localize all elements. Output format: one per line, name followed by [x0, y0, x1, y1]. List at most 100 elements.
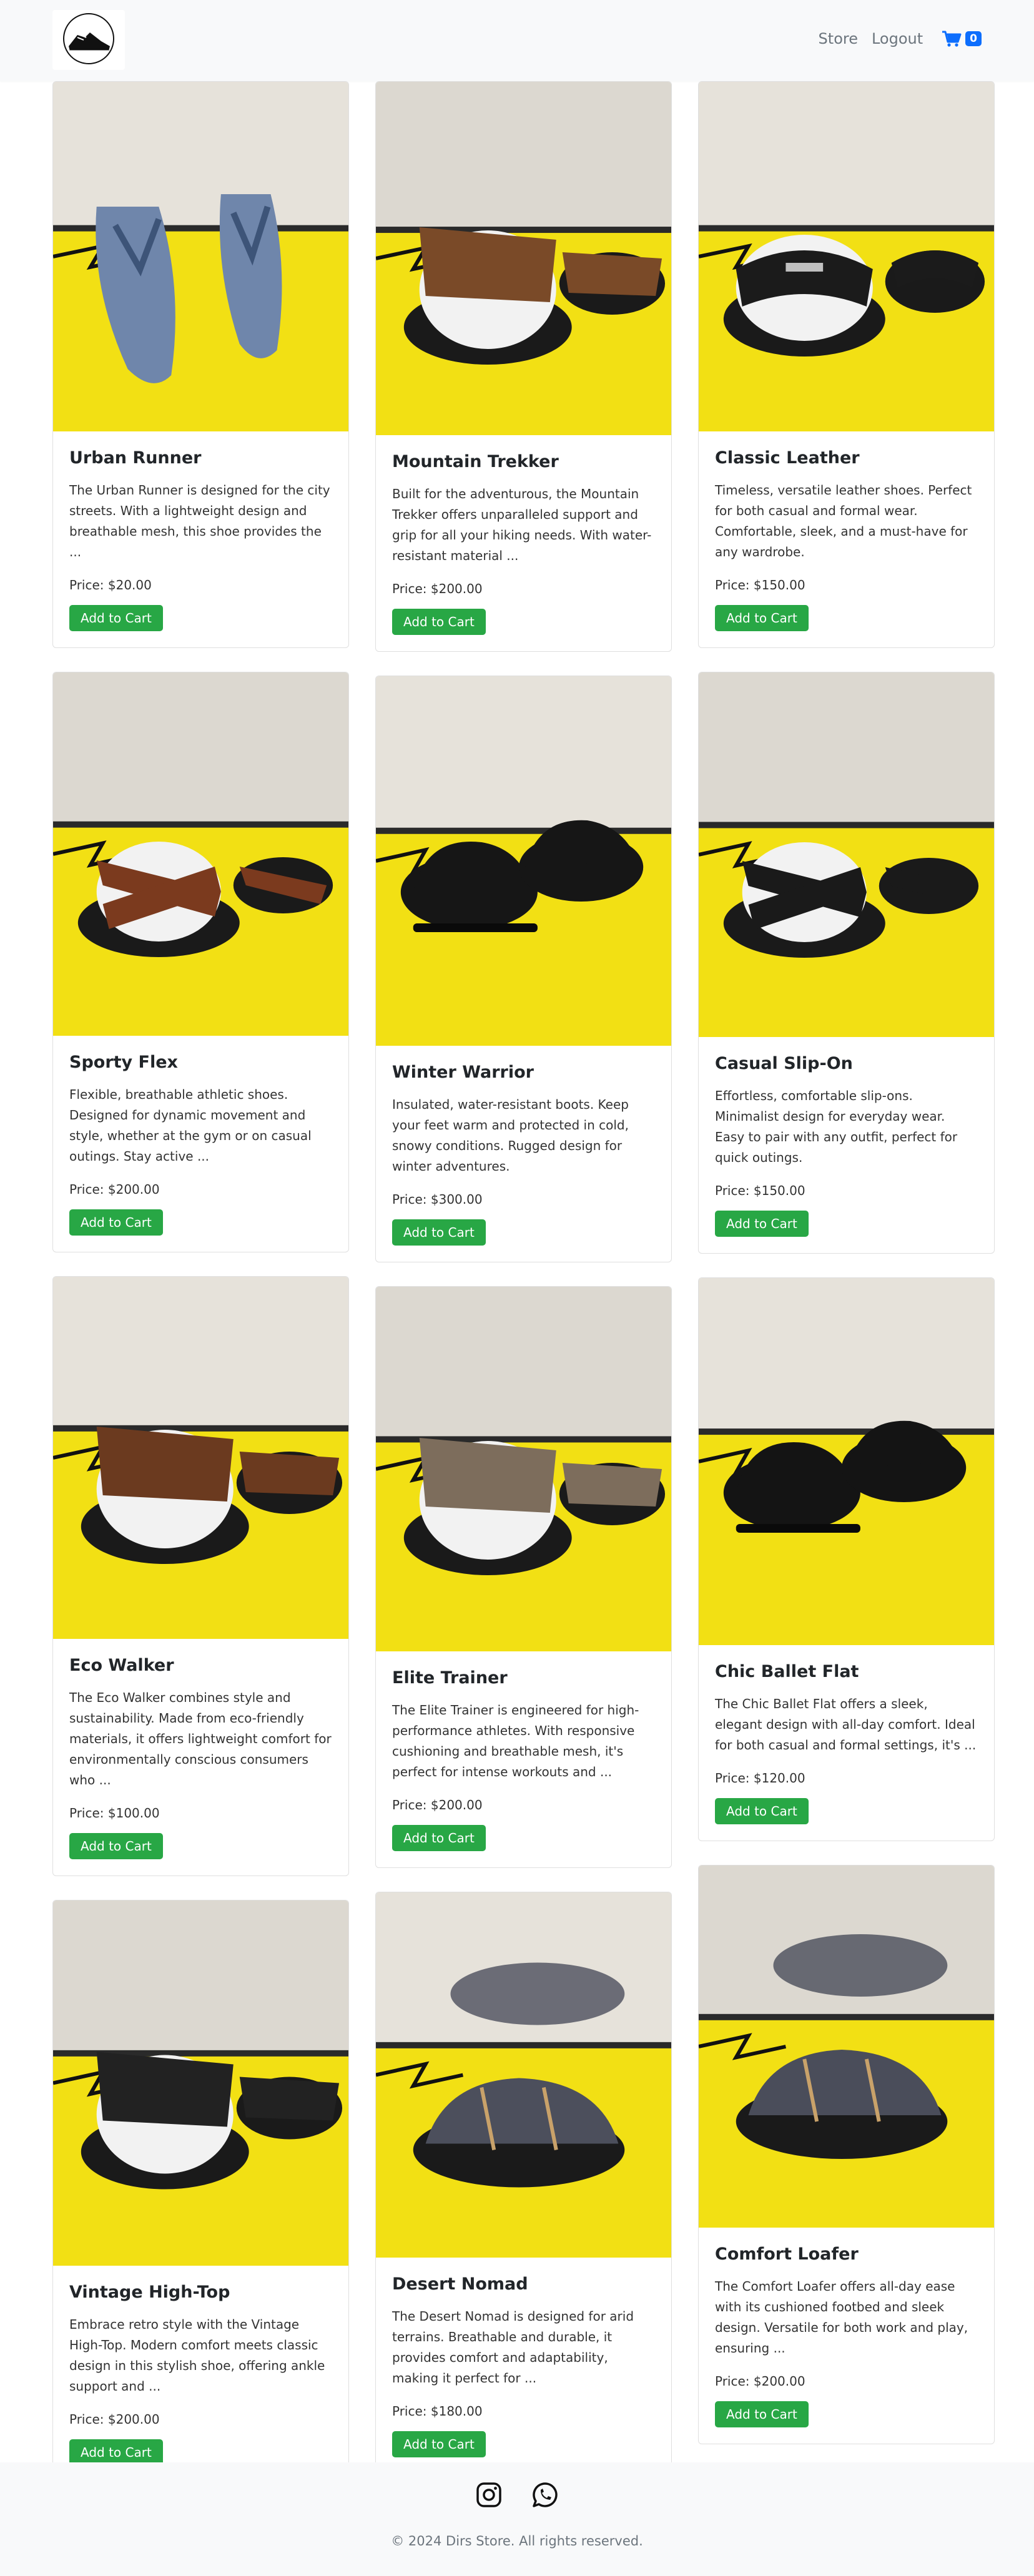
shoe-photo-icon — [53, 672, 348, 1036]
product-description: The Urban Runner is designed for the cit… — [69, 483, 330, 559]
add-to-cart-button[interactable]: Add to Cart — [392, 2431, 486, 2457]
product-description: The Eco Walker combines style and sustai… — [69, 1690, 332, 1787]
product-name: Sporty Flex — [69, 1053, 178, 1072]
card-body: Mountain Trekker Built for the adventurou… — [376, 435, 671, 651]
product-description: Effortless, comfortable slip-ons. Minima… — [715, 1088, 958, 1165]
product-image[interactable] — [376, 1892, 671, 2258]
product-description: Timeless, versatile leather shoes. Perfe… — [715, 483, 972, 559]
product-card: Sporty Flex Flexible, breathable athletic… — [52, 672, 349, 1252]
card-body: Vintage High-Top Embrace retro style with… — [53, 2266, 348, 2482]
sneaker-logo-icon — [63, 13, 114, 64]
product-description: The Elite Trainer is engineered for high… — [392, 1703, 639, 1779]
product-image[interactable] — [699, 1866, 994, 2228]
nav-link-store[interactable]: Store — [819, 30, 858, 47]
product-name: Vintage High-Top — [69, 2283, 230, 2302]
card-body: Chic Ballet Flat The Chic Ballet Flat off… — [699, 1645, 994, 1841]
shoe-photo-icon — [699, 1866, 994, 2228]
product-description: The Chic Ballet Flat offers a sleek, ele… — [715, 1696, 977, 1753]
product-image[interactable] — [53, 1277, 348, 1639]
add-to-cart-button[interactable]: Add to Cart — [392, 609, 486, 635]
product-name: Mountain Trekker — [392, 452, 559, 471]
nav-link-logout[interactable]: Logout — [872, 30, 923, 47]
product-card: Chic Ballet Flat The Chic Ballet Flat off… — [698, 1277, 995, 1841]
shoe-photo-icon — [376, 676, 671, 1046]
card-body: Casual Slip-On Effortless, comfortable sl… — [699, 1037, 994, 1253]
product-name: Chic Ballet Flat — [715, 1662, 859, 1681]
store-logo[interactable] — [52, 10, 125, 70]
product-description: The Desert Nomad is designed for arid te… — [392, 2309, 634, 2386]
product-price: Price: $100.00 — [69, 1806, 160, 1821]
product-description: Built for the adventurous, the Mountain … — [392, 486, 652, 563]
product-card: Winter Warrior Insulated, water-resistant… — [375, 676, 672, 1262]
product-price: Price: $200.00 — [69, 2412, 160, 2427]
shoe-photo-icon — [376, 82, 671, 435]
social-links — [0, 2481, 1034, 2509]
product-price: Price: $180.00 — [392, 2404, 483, 2419]
product-price: Price: $150.00 — [715, 1183, 805, 1198]
instagram-icon[interactable] — [475, 2481, 503, 2509]
product-column: Mountain Trekker Built for the adventurou… — [375, 81, 672, 2474]
card-body: Desert Nomad The Desert Nomad is designed… — [376, 2258, 671, 2474]
cart-count-badge: 0 — [965, 31, 982, 46]
product-card: Elite Trainer The Elite Trainer is engine… — [375, 1286, 672, 1868]
product-image[interactable] — [376, 676, 671, 1046]
product-price: Price: $200.00 — [715, 2374, 805, 2389]
whatsapp-icon[interactable] — [531, 2481, 559, 2509]
product-name: Winter Warrior — [392, 1063, 534, 1082]
product-card: Eco Walker The Eco Walker combines style … — [52, 1276, 349, 1876]
add-to-cart-button[interactable]: Add to Cart — [69, 605, 163, 631]
card-body: Classic Leather Timeless, versatile leath… — [699, 431, 994, 647]
product-price: Price: $300.00 — [392, 1192, 483, 1207]
card-body: Comfort Loafer The Comfort Loafer offers … — [699, 2228, 994, 2444]
product-name: Classic Leather — [715, 448, 860, 468]
shoe-photo-icon — [53, 1900, 348, 2266]
product-description: The Comfort Loafer offers all-day ease w… — [715, 2279, 968, 2356]
product-card: Vintage High-Top Embrace retro style with… — [52, 1900, 349, 2482]
product-price: Price: $200.00 — [69, 1182, 160, 1197]
product-name: Desert Nomad — [392, 2274, 528, 2294]
shoe-photo-icon — [53, 82, 348, 431]
add-to-cart-button[interactable]: Add to Cart — [715, 1211, 809, 1237]
product-image[interactable] — [53, 672, 348, 1036]
product-card: Classic Leather Timeless, versatile leath… — [698, 81, 995, 648]
shoe-photo-icon — [699, 82, 994, 431]
shoe-photo-icon — [699, 1278, 994, 1645]
cart-button[interactable]: 0 — [942, 30, 982, 47]
product-grid: Urban Runner The Urban Runner is designed… — [52, 81, 995, 2482]
card-body: Eco Walker The Eco Walker combines style … — [53, 1639, 348, 1875]
add-to-cart-button[interactable]: Add to Cart — [715, 2401, 809, 2427]
shoe-photo-icon — [699, 672, 994, 1037]
add-to-cart-button[interactable]: Add to Cart — [69, 2439, 163, 2465]
product-image[interactable] — [53, 82, 348, 431]
product-card: Desert Nomad The Desert Nomad is designed… — [375, 1892, 672, 2474]
add-to-cart-button[interactable]: Add to Cart — [69, 1209, 163, 1236]
shoe-photo-icon — [53, 1277, 348, 1639]
product-card: Urban Runner The Urban Runner is designed… — [52, 81, 349, 648]
product-image[interactable] — [53, 1900, 348, 2266]
add-to-cart-button[interactable]: Add to Cart — [715, 1798, 809, 1824]
add-to-cart-button[interactable]: Add to Cart — [715, 605, 809, 631]
product-image[interactable] — [376, 82, 671, 435]
add-to-cart-button[interactable]: Add to Cart — [392, 1219, 486, 1246]
card-body: Winter Warrior Insulated, water-resistant… — [376, 1046, 671, 1262]
shoe-photo-icon — [376, 1892, 671, 2258]
add-to-cart-button[interactable]: Add to Cart — [392, 1825, 486, 1851]
product-description: Embrace retro style with the Vintage Hig… — [69, 2317, 325, 2394]
copyright-text: © 2024 Dirs Store. All rights reserved. — [391, 2534, 643, 2549]
product-image[interactable] — [699, 672, 994, 1037]
product-name: Casual Slip-On — [715, 1054, 853, 1073]
product-description: Insulated, water-resistant boots. Keep y… — [392, 1097, 629, 1174]
product-card: Comfort Loafer The Comfort Loafer offers … — [698, 1865, 995, 2444]
footer: © 2024 Dirs Store. All rights reserved. — [0, 2462, 1034, 2576]
product-name: Urban Runner — [69, 448, 202, 468]
product-name: Eco Walker — [69, 1656, 174, 1675]
product-column: Classic Leather Timeless, versatile leath… — [698, 81, 995, 2444]
product-image[interactable] — [699, 1278, 994, 1645]
product-image[interactable] — [376, 1287, 671, 1651]
add-to-cart-button[interactable]: Add to Cart — [69, 1833, 163, 1859]
product-name: Comfort Loafer — [715, 2244, 859, 2264]
product-image[interactable] — [699, 82, 994, 431]
card-body: Urban Runner The Urban Runner is designed… — [53, 431, 348, 647]
card-body: Sporty Flex Flexible, breathable athletic… — [53, 1036, 348, 1252]
product-price: Price: $200.00 — [392, 1797, 483, 1812]
